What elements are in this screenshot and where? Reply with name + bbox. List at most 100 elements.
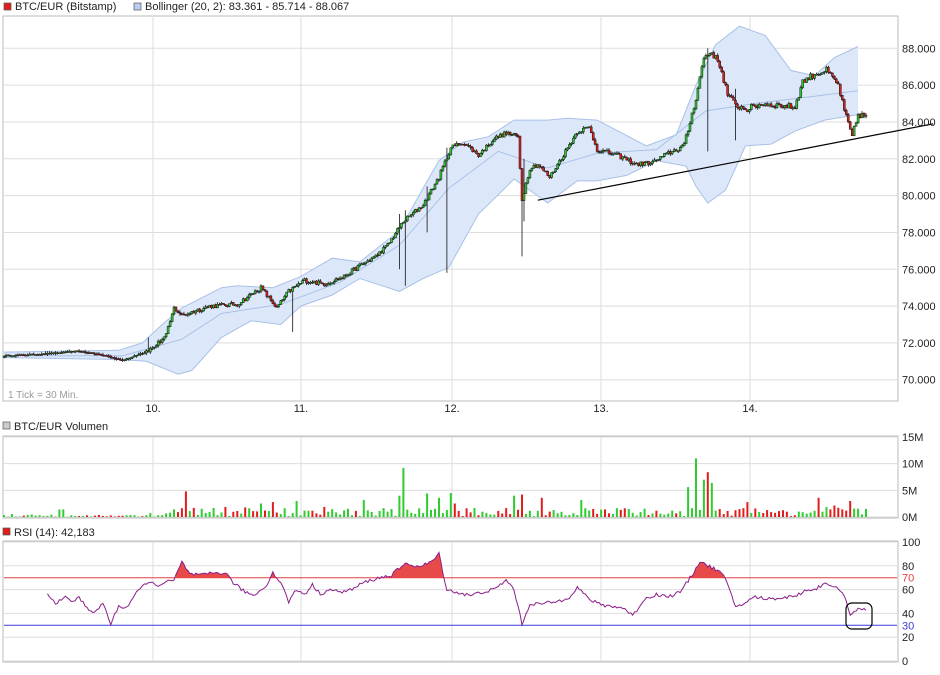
- candle-body: [509, 132, 511, 135]
- candle-body: [367, 261, 369, 262]
- volume-bar: [3, 515, 5, 517]
- candle-body: [70, 351, 72, 352]
- volume-bar: [790, 516, 792, 517]
- candle-body: [798, 98, 800, 101]
- volume-bar: [27, 515, 29, 517]
- candle-body: [414, 210, 416, 213]
- candle-body: [452, 145, 454, 148]
- volume-bar: [592, 509, 594, 517]
- volume-swatch: [3, 422, 10, 429]
- volume-bar: [268, 511, 270, 517]
- volume-bar: [640, 512, 642, 517]
- candle-body: [810, 74, 812, 80]
- volume-y-tick-label: 15M: [902, 432, 923, 444]
- volume-y-tick-label: 0M: [902, 512, 917, 524]
- candle-body: [104, 355, 106, 356]
- volume-bar: [742, 508, 744, 517]
- candle-body: [596, 144, 598, 151]
- volume-bar: [659, 514, 661, 517]
- candle-body: [9, 355, 11, 356]
- rsi-y-tick-label: 20: [902, 632, 914, 644]
- volume-bar: [398, 496, 400, 517]
- candle-body: [391, 239, 393, 243]
- candle-body: [721, 67, 723, 71]
- volume-bar: [565, 515, 567, 517]
- candle-body: [839, 84, 841, 95]
- candle-body: [418, 208, 420, 211]
- volume-bar: [818, 498, 820, 517]
- volume-bar: [201, 509, 203, 517]
- rsi-y-tick-label: 40: [902, 608, 914, 620]
- volume-bar: [308, 511, 310, 517]
- volume-bar: [580, 500, 582, 517]
- candle-body: [784, 105, 786, 108]
- volume-bar: [841, 509, 843, 517]
- candle-body: [644, 163, 646, 166]
- volume-bar: [616, 508, 618, 517]
- candle-body: [272, 301, 274, 304]
- candle-body: [786, 105, 788, 108]
- candle-body: [733, 97, 735, 100]
- main-series-legend: BTC/EUR (Bitstamp): [15, 1, 116, 13]
- candle-body: [535, 165, 537, 167]
- candle-body: [381, 252, 383, 253]
- candle-body: [624, 157, 626, 158]
- volume-bar: [865, 509, 867, 517]
- candle-body: [460, 144, 462, 145]
- x-tick-label: 12.: [444, 403, 459, 415]
- volume-bar: [292, 513, 294, 517]
- candle-body: [416, 210, 418, 212]
- candle-body: [422, 206, 424, 208]
- volume-bar: [529, 511, 531, 517]
- volume-bar: [379, 511, 381, 517]
- candle-body: [742, 106, 744, 108]
- candle-body: [323, 283, 325, 286]
- candle-body: [683, 144, 685, 146]
- candle-body: [5, 355, 7, 356]
- candle-body: [108, 356, 110, 357]
- candle-body: [327, 284, 329, 286]
- volume-bar: [94, 516, 96, 517]
- candle-body: [262, 286, 264, 290]
- volume-bar: [383, 508, 385, 517]
- volume-bar: [434, 509, 436, 517]
- candle-body: [796, 100, 798, 108]
- candle-body: [679, 147, 681, 151]
- volume-bar: [798, 512, 800, 517]
- candle-body: [56, 353, 58, 354]
- volume-bar: [810, 513, 812, 517]
- candle-body: [19, 355, 21, 356]
- candle-body: [744, 108, 746, 110]
- candle-body: [171, 314, 173, 322]
- volume-bar: [228, 516, 230, 517]
- candle-body: [147, 351, 149, 353]
- candle-body: [778, 104, 780, 105]
- volume-bar: [833, 506, 835, 518]
- candle-body: [788, 104, 790, 108]
- volume-bar: [197, 515, 199, 517]
- candle-body: [525, 183, 527, 194]
- chart-svg: 70.00072.00074.00076.00078.00080.00082.0…: [0, 0, 940, 670]
- candle-body: [523, 194, 525, 201]
- candle-body: [640, 162, 642, 166]
- volume-bar: [683, 516, 685, 517]
- volume-bar: [687, 487, 689, 517]
- volume-bar: [50, 515, 52, 517]
- candle-body: [82, 352, 84, 353]
- candle-body: [199, 309, 201, 312]
- volume-bar: [122, 516, 124, 517]
- volume-bar: [165, 513, 167, 517]
- volume-bar: [723, 514, 725, 517]
- candle-body: [754, 105, 756, 107]
- candle-body: [740, 106, 742, 109]
- bollinger-legend: Bollinger (20, 2): 83.361 - 85.714 - 88.…: [145, 1, 349, 13]
- candle-body: [529, 170, 531, 178]
- candle-body: [527, 178, 529, 183]
- candle-body: [699, 77, 701, 88]
- candle-body: [290, 290, 292, 292]
- candle-body: [843, 100, 845, 111]
- volume-bar: [82, 516, 84, 517]
- volume-bar: [655, 511, 657, 517]
- candle-body: [545, 171, 547, 172]
- main-series-swatch: [4, 3, 11, 10]
